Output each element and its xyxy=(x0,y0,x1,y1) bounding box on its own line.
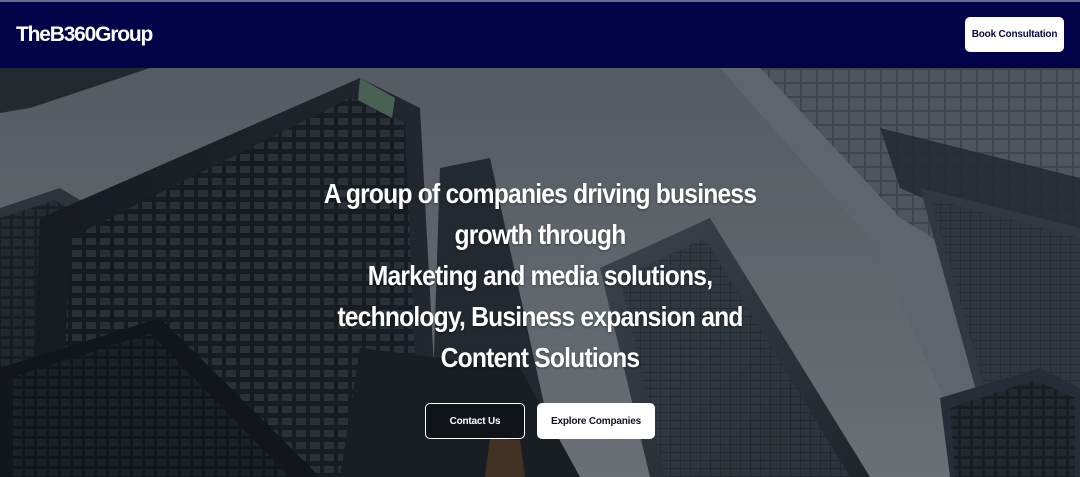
contact-us-button[interactable]: Contact Us xyxy=(425,403,525,439)
headline-line-2: growth through xyxy=(454,219,627,250)
page: TheB360Group Book Consultation A group o… xyxy=(0,0,1080,477)
book-consultation-button[interactable]: Book Consultation xyxy=(965,17,1064,52)
explore-companies-button[interactable]: Explore Companies xyxy=(537,403,655,439)
brand-logo[interactable]: TheB360Group xyxy=(16,21,153,49)
headline-line-3: Marketing and media solutions, xyxy=(367,260,713,291)
headline-line-1: A group of companies driving business xyxy=(323,178,757,209)
headline-line-4: technology, Business expansion and xyxy=(337,301,743,332)
hero-cta-row: Contact Us Explore Companies xyxy=(0,403,1080,441)
site-header: TheB360Group Book Consultation xyxy=(0,0,1080,68)
headline-line-5: Content Solutions xyxy=(440,342,640,373)
hero-headline: A group of companies driving business gr… xyxy=(311,173,769,378)
hero-section: A group of companies driving business gr… xyxy=(0,68,1080,477)
